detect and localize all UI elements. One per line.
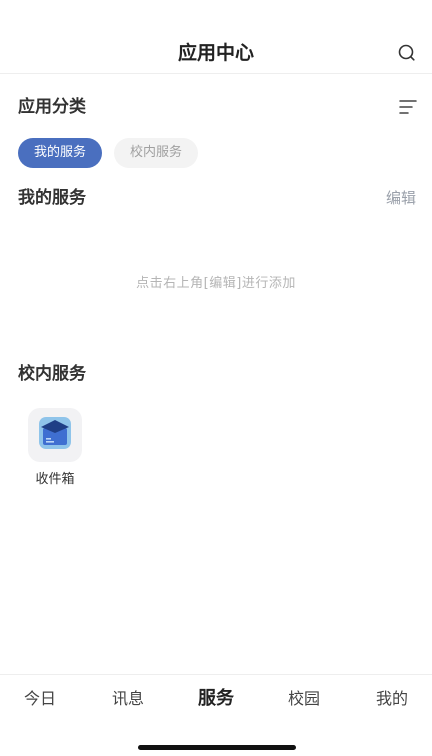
chip-campus-services[interactable]: 校内服务 (114, 138, 198, 168)
home-indicator[interactable] (138, 745, 296, 750)
app-header: 应用中心 (0, 30, 432, 74)
page-title: 应用中心 (177, 42, 254, 64)
tab-messages[interactable]: 讯息 (98, 685, 158, 709)
search-icon[interactable] (396, 42, 418, 64)
app-label: 收件箱 (35, 472, 75, 487)
filter-list-icon[interactable] (398, 97, 418, 117)
tab-campus[interactable]: 校园 (274, 685, 334, 709)
category-row: 应用分类 (18, 94, 418, 120)
tab-services[interactable]: 服务 (186, 684, 246, 710)
my-services-header: 我的服务 编辑 (18, 185, 418, 211)
app-icon-container (28, 408, 82, 462)
campus-services-header: 校内服务 (18, 361, 418, 387)
tab-today[interactable]: 今日 (10, 685, 70, 709)
my-services-title: 我的服务 (18, 188, 86, 208)
chip-my-services[interactable]: 我的服务 (18, 138, 102, 168)
inbox-icon (38, 416, 72, 454)
app-item-inbox[interactable]: 收件箱 (24, 408, 86, 487)
empty-hint: 点击右上角[编辑]进行添加 (136, 276, 296, 291)
category-label: 应用分类 (18, 97, 86, 117)
edit-button[interactable]: 编辑 (386, 185, 416, 211)
bottom-tab-bar: 今日 讯息 服务 校园 我的 (0, 674, 432, 720)
campus-services-title: 校内服务 (18, 364, 86, 384)
tab-mine[interactable]: 我的 (362, 685, 422, 709)
